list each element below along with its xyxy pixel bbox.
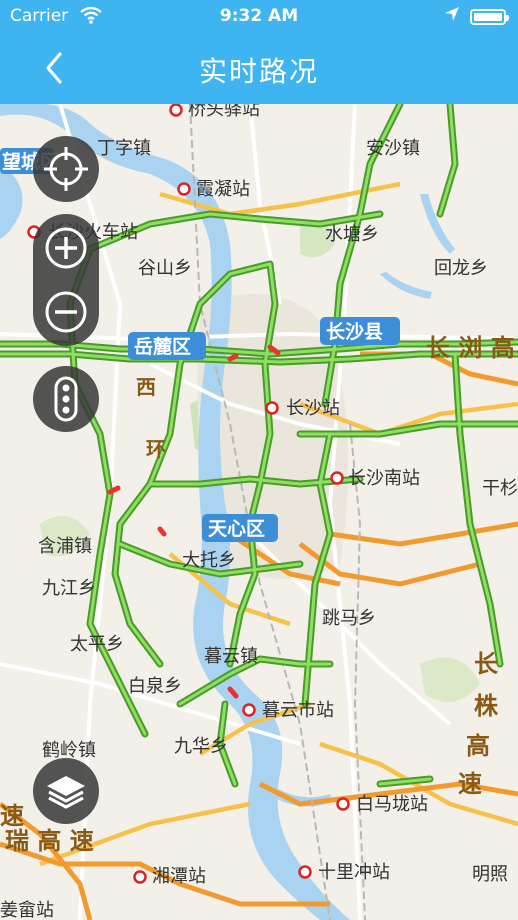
label-xianing: 霞凝站 <box>196 179 250 200</box>
page-title: 实时路况 <box>198 55 319 88</box>
label-jiuhua: 九华乡 <box>174 736 228 757</box>
label-qiaotou: 桥头驿站 <box>188 104 260 120</box>
label-changzhu-3: 高 <box>466 732 490 760</box>
location-arrow-icon <box>444 6 460 27</box>
label-xihuan-2: 环 <box>146 437 166 461</box>
label-tianxin: 天心区 <box>208 518 265 540</box>
label-xihuan-1: 西 <box>136 375 156 399</box>
zoom-in-button[interactable] <box>33 214 99 280</box>
label-gushan: 谷山乡 <box>138 258 192 279</box>
label-huilong: 回龙乡 <box>434 258 488 279</box>
label-changzhu-4: 速 <box>458 770 482 798</box>
label-changsha-south: 长沙南站 <box>348 468 420 489</box>
label-jiangan: 姜畲站 <box>0 900 54 920</box>
label-muyun: 暮云镇 <box>204 646 258 667</box>
label-jiujiang: 九江乡 <box>42 578 96 599</box>
locate-button[interactable] <box>33 136 99 202</box>
label-yuelu: 岳麓区 <box>134 336 191 358</box>
battery-icon <box>470 9 509 25</box>
traffic-light-icon <box>54 376 78 422</box>
zoom-control <box>33 214 99 346</box>
navigation-bar: 实时路况 <box>0 34 518 104</box>
label-ruigao: 瑞 高 速 <box>5 827 94 855</box>
traffic-map[interactable]: 桥头驿站 丁字镇 安沙镇 霞凝站 长沙火车站 水塘乡 谷山乡 回龙乡 长沙站 长… <box>0 104 518 920</box>
label-shilichong: 十里冲站 <box>318 862 390 883</box>
label-shuitang: 水塘乡 <box>325 224 379 245</box>
label-changsha-station: 长沙站 <box>286 398 340 419</box>
label-taiping: 太平乡 <box>70 634 124 655</box>
status-bar: Carrier 9:32 AM <box>0 0 518 34</box>
crosshair-icon <box>44 147 88 191</box>
layers-icon <box>47 776 85 809</box>
label-hanpu: 含浦镇 <box>38 536 92 557</box>
minus-icon <box>45 291 87 333</box>
label-su-left: 速 <box>0 802 24 830</box>
label-changsha-county: 长沙县 <box>326 321 383 343</box>
label-tiaoma: 跳马乡 <box>322 608 376 629</box>
layers-button[interactable] <box>33 758 99 824</box>
label-changliu: 长 浏 高 <box>426 334 515 362</box>
zoom-out-button[interactable] <box>33 280 99 346</box>
traffic-toggle-button[interactable] <box>33 366 99 432</box>
label-muyunshi: 暮云市站 <box>262 700 334 721</box>
status-time: 9:32 AM <box>219 6 299 26</box>
label-datuo: 大托乡 <box>182 550 236 571</box>
battery-level <box>474 13 502 21</box>
label-changzhu-2: 株 <box>474 692 499 720</box>
label-mingzhao: 明照 <box>472 864 508 885</box>
label-baiquan: 白泉乡 <box>128 676 182 697</box>
label-xiangtan: 湘潭站 <box>152 866 206 887</box>
plus-icon <box>45 227 87 269</box>
label-changzhu-1: 长 <box>474 650 499 678</box>
label-ganzi: 干杉 <box>482 478 518 499</box>
label-dingzi: 丁字镇 <box>97 138 151 159</box>
label-ansha: 安沙镇 <box>366 138 420 159</box>
label-baimapo: 白马垅站 <box>356 794 428 815</box>
